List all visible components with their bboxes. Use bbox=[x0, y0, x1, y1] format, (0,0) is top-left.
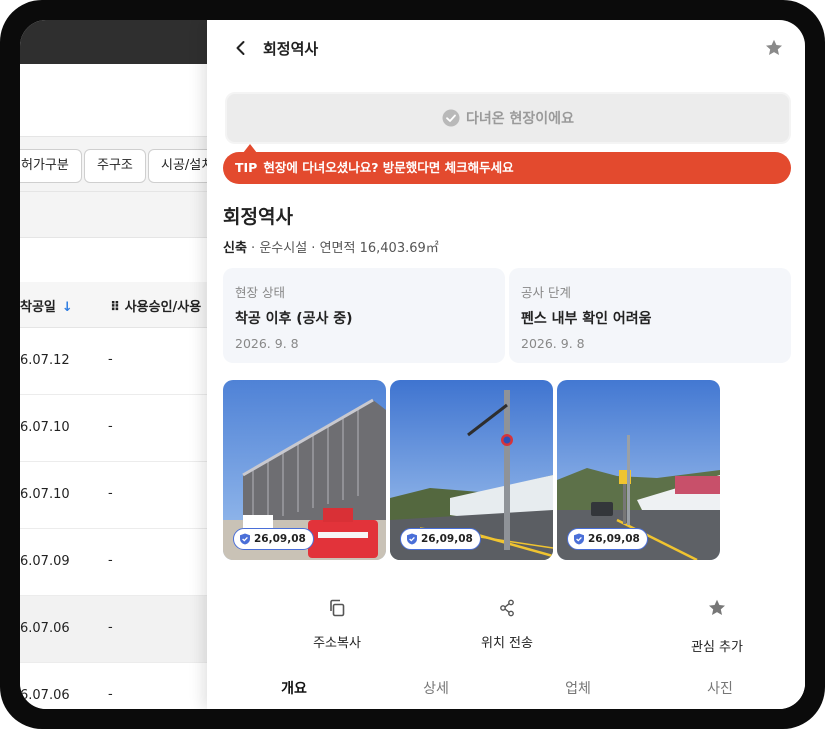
panel-header: 회정역사 bbox=[207, 20, 805, 76]
drag-handle-icon[interactable]: ⠿ bbox=[110, 300, 125, 315]
site-status-card: 현장 상태 착공 이후 (공사 중) 2026. 9. 8 bbox=[223, 268, 505, 363]
favorite-star-icon[interactable] bbox=[764, 38, 784, 58]
filter-chip-structure[interactable]: 주구조 bbox=[84, 149, 146, 183]
detail-tabs: 개요 상세 업체 사진 bbox=[207, 670, 805, 709]
back-arrow-icon[interactable] bbox=[231, 38, 251, 58]
device-frame: 허가구분 주구조 시공/설치 착공일 ↓ ⠿ 사용승인/사용 6.07.12- 6… bbox=[0, 0, 825, 729]
tab-overview[interactable]: 개요 bbox=[219, 678, 369, 698]
panel-title: 회정역사 bbox=[263, 40, 319, 58]
tip-banner: TIP 현장에 다녀오셨나요? 방문했다면 체크해두세요 bbox=[223, 152, 791, 184]
site-name: 회정역사 bbox=[223, 206, 293, 228]
send-location-button[interactable]: 위치 전송 bbox=[427, 598, 587, 658]
sort-down-icon[interactable]: ↓ bbox=[62, 300, 73, 315]
tip-tag: TIP bbox=[235, 160, 258, 175]
tab-details[interactable]: 상세 bbox=[361, 678, 511, 698]
copy-address-button[interactable]: 주소복사 bbox=[257, 598, 417, 658]
date-stamp-badge: 26,09,08 bbox=[233, 528, 314, 550]
site-area: 16,403.69㎡ bbox=[359, 241, 439, 256]
shield-check-icon bbox=[574, 533, 584, 545]
check-circle-icon bbox=[442, 109, 460, 127]
filter-chip-permit-type[interactable]: 허가구분 bbox=[20, 149, 82, 183]
tab-photos[interactable]: 사진 bbox=[645, 678, 795, 698]
column-start-date[interactable]: 착공일 ↓ bbox=[20, 296, 73, 315]
add-favorite-button[interactable]: 관심 추가 bbox=[637, 598, 797, 658]
construction-stage-card: 공사 단계 펜스 내부 확인 어려움 2026. 9. 8 bbox=[509, 268, 791, 363]
share-icon bbox=[500, 599, 514, 617]
site-type: 신축 bbox=[223, 241, 247, 256]
site-detail-panel: 회정역사 다녀온 현장이에요 TIP 현장에 다녀오셨나요? 방문했다면 체크해두… bbox=[207, 20, 805, 709]
site-category: 운수시설 bbox=[259, 241, 308, 256]
site-photo[interactable]: 26,09,08 bbox=[557, 380, 720, 560]
date-stamp-badge: 26,09,08 bbox=[567, 528, 648, 550]
visited-site-button[interactable]: 다녀온 현장이에요 bbox=[225, 92, 791, 144]
screen: 허가구분 주구조 시공/설치 착공일 ↓ ⠿ 사용승인/사용 6.07.12- 6… bbox=[20, 20, 805, 709]
copy-icon bbox=[330, 599, 345, 617]
site-area-label: 연면적 bbox=[319, 241, 356, 256]
site-photo[interactable]: 26,09,08 bbox=[223, 380, 386, 560]
shield-check-icon bbox=[240, 533, 250, 545]
star-icon bbox=[709, 599, 725, 615]
date-stamp-badge: 26,09,08 bbox=[400, 528, 481, 550]
column-approval[interactable]: ⠿ 사용승인/사용 bbox=[110, 296, 201, 315]
tip-text: 현장에 다녀오셨나요? 방문했다면 체크해두세요 bbox=[263, 160, 514, 175]
site-meta: 신축 · 운수시설 · 연면적 16,403.69㎡ bbox=[223, 241, 439, 256]
site-photo[interactable]: 26,09,08 bbox=[390, 380, 553, 560]
tab-companies[interactable]: 업체 bbox=[503, 678, 653, 698]
shield-check-icon bbox=[407, 533, 417, 545]
